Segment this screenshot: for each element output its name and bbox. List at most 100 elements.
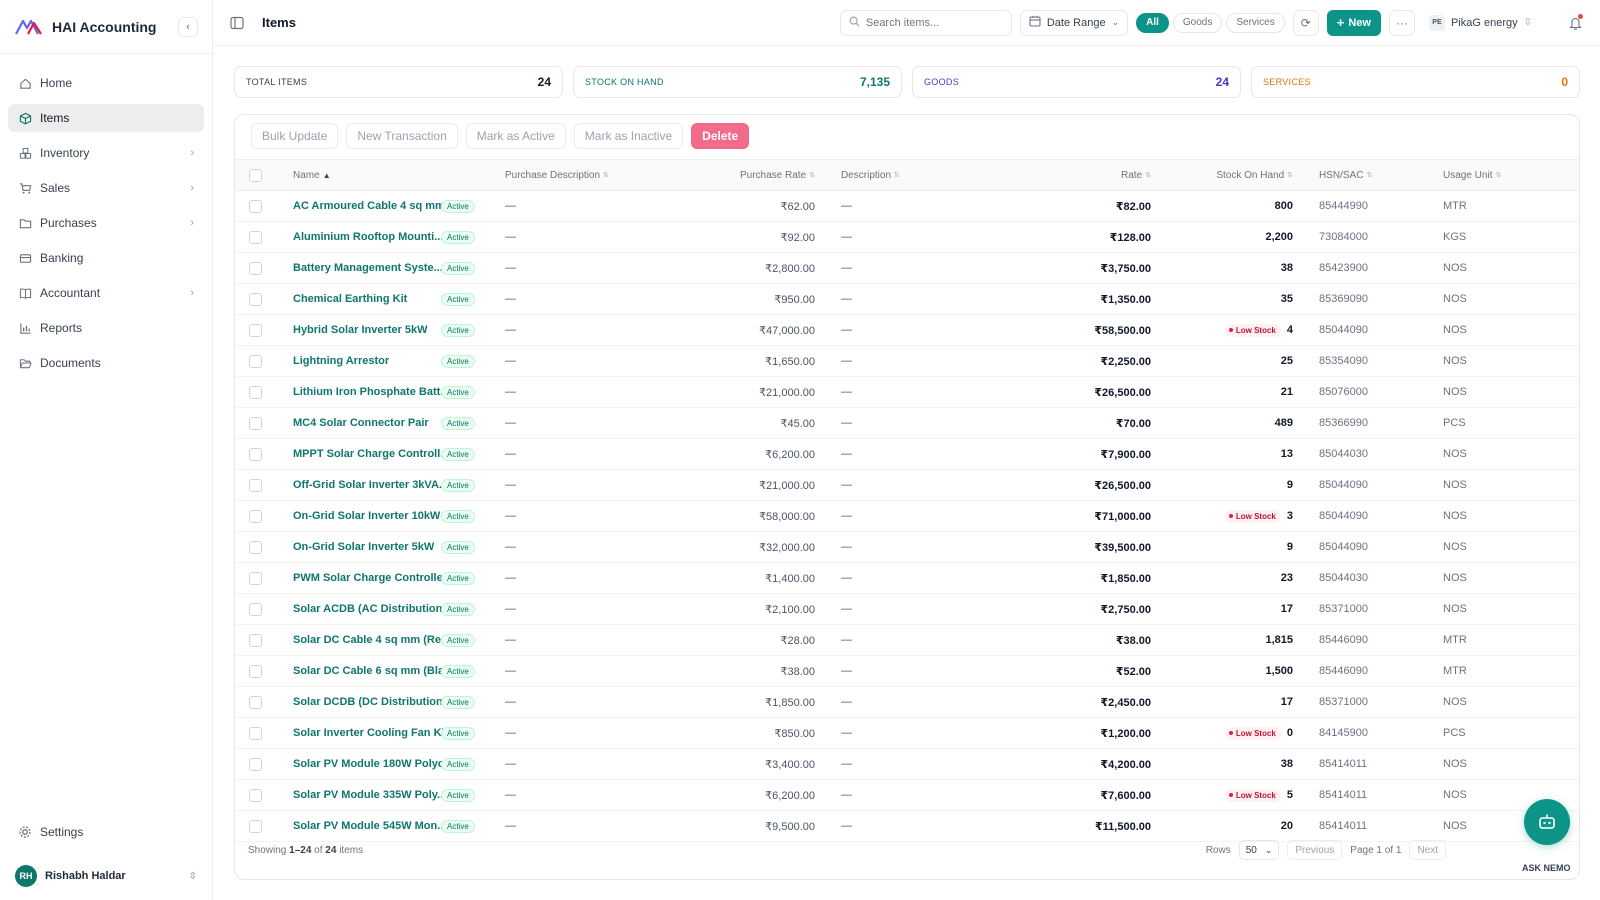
select-all-checkbox[interactable]: [249, 168, 262, 182]
search-input[interactable]: [865, 16, 996, 29]
table-row[interactable]: Solar PV Module 335W Poly... Active — ₹6,20…: [235, 780, 1579, 811]
row-checkbox[interactable]: [249, 447, 262, 461]
column-header-purchase-rate[interactable]: Purchase Rate ⇅: [705, 160, 815, 190]
row-checkbox[interactable]: [249, 261, 262, 275]
item-name-link[interactable]: On-Grid Solar Inverter 10kW: [293, 510, 440, 522]
column-header-description[interactable]: Description ⇅: [841, 160, 941, 190]
row-checkbox[interactable]: [249, 633, 262, 647]
table-row[interactable]: Solar DCDB (DC Distribution... Active — ₹1,…: [235, 687, 1579, 718]
ask-nemo-label[interactable]: ASK NEMO: [1516, 859, 1577, 877]
sidebar-item-reports[interactable]: Reports: [8, 314, 204, 342]
rows-per-page-select[interactable]: 50 ⌄: [1238, 840, 1280, 860]
organization-switcher[interactable]: PE PikaG energy ⇳: [1423, 14, 1538, 31]
ask-nemo-button[interactable]: [1524, 799, 1570, 845]
row-checkbox[interactable]: [249, 540, 262, 554]
filter-all[interactable]: All: [1136, 12, 1169, 33]
item-name-link[interactable]: Solar PV Module 335W Poly...: [293, 789, 443, 801]
row-checkbox[interactable]: [249, 385, 262, 399]
table-row[interactable]: Hybrid Solar Inverter 5kW Active — ₹47,000.…: [235, 315, 1579, 346]
table-row[interactable]: AC Armoured Cable 4 sq mm Active — ₹62.00 — ₹…: [235, 191, 1579, 222]
next-page-button[interactable]: Next: [1409, 840, 1446, 860]
row-checkbox[interactable]: [249, 416, 262, 430]
table-row[interactable]: Off-Grid Solar Inverter 3kVA... Active — ₹2…: [235, 470, 1579, 501]
column-header-rate[interactable]: Rate ⇅: [1035, 160, 1151, 190]
item-name-link[interactable]: Chemical Earthing Kit: [293, 293, 407, 305]
item-name-link[interactable]: On-Grid Solar Inverter 5kW: [293, 541, 434, 553]
item-name-link[interactable]: MC4 Solar Connector Pair: [293, 417, 429, 429]
table-row[interactable]: Solar ACDB (AC Distribution ... Active — ₹2…: [235, 594, 1579, 625]
row-checkbox[interactable]: [249, 292, 262, 306]
row-checkbox[interactable]: [249, 509, 262, 523]
sidebar-item-documents[interactable]: Documents: [8, 349, 204, 377]
row-checkbox[interactable]: [249, 757, 262, 771]
item-name-link[interactable]: Solar ACDB (AC Distribution ...: [293, 603, 443, 615]
item-name-link[interactable]: MPPT Solar Charge Controll...: [293, 448, 443, 460]
table-row[interactable]: Chemical Earthing Kit Active — ₹950.00 — ₹1,3…: [235, 284, 1579, 315]
row-checkbox[interactable]: [249, 819, 262, 833]
item-name-link[interactable]: AC Armoured Cable 4 sq mm: [293, 200, 443, 212]
row-checkbox[interactable]: [249, 571, 262, 585]
item-name-link[interactable]: Solar DCDB (DC Distribution...: [293, 696, 443, 708]
item-name-link[interactable]: PWM Solar Charge Controlle...: [293, 572, 443, 584]
panel-toggle-icon[interactable]: [230, 15, 246, 31]
row-checkbox[interactable]: [249, 726, 262, 740]
collapse-sidebar-button[interactable]: ‹: [178, 16, 198, 37]
table-row[interactable]: MC4 Solar Connector Pair Active — ₹45.00 — ₹7…: [235, 408, 1579, 439]
sidebar-item-banking[interactable]: Banking: [8, 244, 204, 272]
date-range-picker[interactable]: Date Range ⌄: [1019, 9, 1129, 36]
sidebar-item-accountant[interactable]: Accountant ›: [8, 279, 204, 307]
user-menu[interactable]: RH Rishabh Haldar ⇳: [0, 860, 212, 892]
item-name-link[interactable]: Solar PV Module 545W Mon...: [293, 820, 443, 832]
table-row[interactable]: Lightning Arrestor Active — ₹1,650.00 — ₹2,25…: [235, 346, 1579, 377]
column-header-purchase-description[interactable]: Purchase Description ⇅: [505, 160, 635, 190]
row-checkbox[interactable]: [249, 354, 262, 368]
item-name-link[interactable]: Off-Grid Solar Inverter 3kVA...: [293, 479, 443, 491]
table-row[interactable]: MPPT Solar Charge Controll... Active — ₹6,2…: [235, 439, 1579, 470]
item-name-link[interactable]: Hybrid Solar Inverter 5kW: [293, 324, 428, 336]
row-checkbox[interactable]: [249, 478, 262, 492]
mark-as-inactive-button[interactable]: Mark as Inactive: [573, 123, 684, 149]
item-name-link[interactable]: Lightning Arrestor: [293, 355, 389, 367]
filter-services[interactable]: Services: [1226, 12, 1285, 33]
table-row[interactable]: On-Grid Solar Inverter 5kW Active — ₹32,000…: [235, 532, 1579, 563]
table-row[interactable]: On-Grid Solar Inverter 10kW Active — ₹58,00…: [235, 501, 1579, 532]
item-name-link[interactable]: Solar DC Cable 4 sq mm (Red): [293, 634, 443, 646]
item-name-link[interactable]: Lithium Iron Phosphate Batt...: [293, 386, 443, 398]
column-header-hsn-sac[interactable]: HSN/SAC ⇅: [1319, 160, 1409, 190]
row-checkbox[interactable]: [249, 323, 262, 337]
bulk-update-button[interactable]: Bulk Update: [251, 123, 339, 149]
item-name-link[interactable]: Solar PV Module 180W Polyc...: [293, 758, 443, 770]
sidebar-item-sales[interactable]: Sales ›: [8, 174, 204, 202]
delete-button[interactable]: Delete: [691, 123, 750, 149]
table-row[interactable]: Aluminium Rooftop Mounti... Active — ₹92.00…: [235, 222, 1579, 253]
table-row[interactable]: PWM Solar Charge Controlle... Active — ₹1,4…: [235, 563, 1579, 594]
more-options-button[interactable]: ···: [1388, 9, 1415, 36]
column-header-stock-on-hand[interactable]: Stock On Hand ⇅: [1175, 160, 1293, 190]
item-name-link[interactable]: Battery Management Syste...: [293, 262, 443, 274]
table-row[interactable]: Lithium Iron Phosphate Batt... Active — ₹21…: [235, 377, 1579, 408]
row-checkbox[interactable]: [249, 602, 262, 616]
row-checkbox[interactable]: [249, 788, 262, 802]
row-checkbox[interactable]: [249, 230, 262, 244]
row-checkbox[interactable]: [249, 695, 262, 709]
sidebar-item-settings[interactable]: Settings: [8, 818, 204, 846]
sidebar-item-inventory[interactable]: Inventory ›: [8, 139, 204, 167]
table-row[interactable]: Solar DC Cable 4 sq mm (Red) Active — ₹28.0…: [235, 625, 1579, 656]
item-name-link[interactable]: Aluminium Rooftop Mounti...: [293, 231, 443, 243]
previous-page-button[interactable]: Previous: [1287, 840, 1343, 860]
table-row[interactable]: Battery Management Syste... Active — ₹2,800…: [235, 253, 1579, 284]
filter-goods[interactable]: Goods: [1172, 12, 1223, 33]
row-checkbox[interactable]: [249, 664, 262, 678]
refresh-button[interactable]: ⟳: [1292, 9, 1319, 36]
table-row[interactable]: Solar PV Module 180W Polyc... Active — ₹3,4…: [235, 749, 1579, 780]
table-row[interactable]: Solar DC Cable 6 sq mm (Bla... Active — ₹38…: [235, 656, 1579, 687]
row-checkbox[interactable]: [249, 199, 262, 213]
item-name-link[interactable]: Solar Inverter Cooling Fan Kit: [293, 727, 443, 739]
new-transaction-button[interactable]: New Transaction: [346, 123, 458, 149]
column-header-usage-unit[interactable]: Usage Unit ⇅: [1443, 160, 1533, 190]
sidebar-item-purchases[interactable]: Purchases ›: [8, 209, 204, 237]
sidebar-item-items[interactable]: Items: [8, 104, 204, 132]
mark-as-active-button[interactable]: Mark as Active: [465, 123, 566, 149]
table-row[interactable]: Solar Inverter Cooling Fan Kit Active — ₹85…: [235, 718, 1579, 749]
column-header-name[interactable]: Name ▲: [293, 160, 443, 190]
